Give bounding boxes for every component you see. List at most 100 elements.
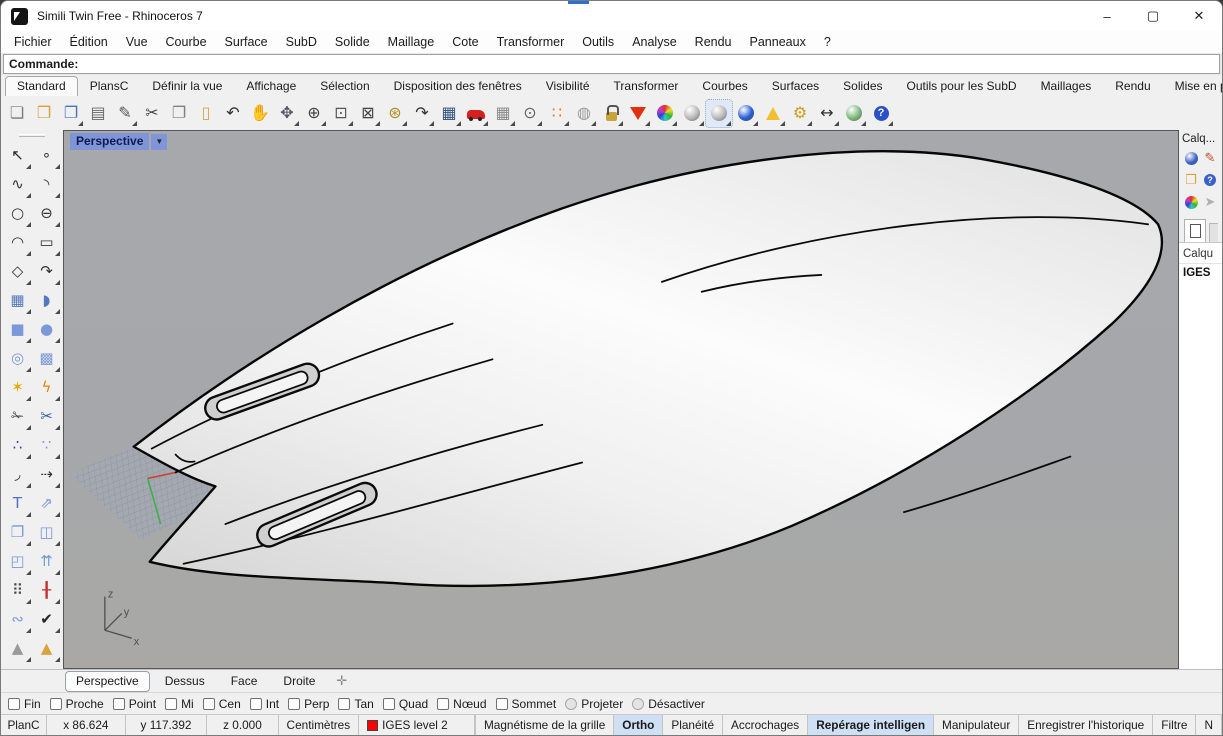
osnap-perp-checkbox[interactable] — [288, 698, 300, 710]
cursor-gear-icon[interactable]: ➤ — [1201, 193, 1220, 211]
polygon-icon[interactable]: ◇ — [3, 257, 32, 286]
flag-icon[interactable] — [760, 100, 786, 127]
osnap-point-checkbox[interactable] — [113, 698, 125, 710]
ellipse-icon[interactable]: ⊖ — [32, 199, 61, 228]
lock-icon[interactable] — [598, 100, 624, 127]
osnap-desactiver-toggle[interactable] — [632, 698, 644, 710]
viewport-layout-icon[interactable]: ▦ — [436, 100, 462, 127]
text-icon[interactable]: T — [3, 489, 32, 518]
zoom-window-icon[interactable]: ⊡ — [328, 100, 354, 127]
viewport-title-label[interactable]: Perspective — [70, 133, 149, 150]
twist-icon[interactable]: ∾ — [3, 605, 32, 634]
zoom-selected-icon[interactable]: ⊛ — [382, 100, 408, 127]
zoom-dynamic-icon[interactable]: ⊕ — [301, 100, 327, 127]
circle-center-icon[interactable]: ⊙ — [517, 100, 543, 127]
osnap-projeter[interactable]: Projeter — [565, 697, 623, 711]
menu-edition[interactable]: Édition — [61, 33, 117, 51]
viewport-tab-droite[interactable]: Droite — [272, 671, 326, 692]
status-planeite[interactable]: Planéité — [663, 715, 723, 735]
toolbar-tab-disposition-des-fenetres[interactable]: Disposition des fenêtres — [382, 76, 534, 96]
osnap-fin[interactable]: Fin — [8, 697, 41, 711]
pan-hand-icon[interactable]: ✋ — [247, 100, 273, 127]
add-viewport-tab-button[interactable]: ✛ — [330, 674, 353, 689]
dot-circles-icon[interactable]: ∵ — [32, 431, 61, 460]
viewport-title-dropdown[interactable]: ▼ — [151, 134, 167, 150]
osnap-desactiver[interactable]: Désactiver — [632, 697, 705, 711]
ghosted-view-sphere-icon[interactable] — [706, 100, 732, 127]
panel-help-icon[interactable]: ? — [1201, 171, 1220, 189]
folder-icon[interactable]: ❒ — [1182, 171, 1201, 189]
minimize-button[interactable]: – — [1084, 1, 1130, 31]
osnap-proche-checkbox[interactable] — [50, 698, 62, 710]
extend-curve-icon[interactable]: ⇢ — [32, 460, 61, 489]
duplicate-icon[interactable]: ❐ — [3, 518, 32, 547]
toolbar-tab-affichage[interactable]: Affichage — [234, 76, 308, 96]
viewport-tab-face[interactable]: Face — [220, 671, 269, 692]
scale-icon[interactable]: ⇗ — [32, 489, 61, 518]
undo-icon[interactable]: ↶ — [220, 100, 246, 127]
new-file-icon[interactable]: ❏ — [4, 100, 30, 127]
shaded-view-sphere-icon[interactable] — [679, 100, 705, 127]
lamp-icon[interactable]: ◍ — [571, 100, 597, 127]
toolbar-tab-transformer[interactable]: Transformer — [602, 76, 691, 96]
patch-surface-icon[interactable]: ▦ — [3, 286, 32, 315]
rotate-view-icon[interactable]: ✥ — [274, 100, 300, 127]
toolbar-tab-visibilite[interactable]: Visibilité — [534, 76, 602, 96]
status-reperage-intelligen[interactable]: Repérage intelligen — [808, 715, 934, 735]
check-icon[interactable]: ✔ — [32, 605, 61, 634]
toolbar-tab-rendu[interactable]: Rendu — [1103, 76, 1162, 96]
osnap-int[interactable]: Int — [250, 697, 279, 711]
status-current-layer[interactable]: IGES level 2 — [359, 715, 475, 735]
viewport-tab-perspective[interactable]: Perspective — [65, 671, 150, 692]
osnap-sommet[interactable]: Sommet — [496, 697, 557, 711]
gear-icon[interactable]: ⚙ — [787, 100, 813, 127]
toolbar-tab-solides[interactable]: Solides — [831, 76, 894, 96]
status-n[interactable]: N — [1196, 715, 1222, 735]
osnap-sommet-checkbox[interactable] — [496, 698, 508, 710]
toolbar-tab-definir-la-vue[interactable]: Définir la vue — [140, 76, 234, 96]
layer-row-iges[interactable]: IGES — [1179, 264, 1222, 282]
linear-array-icon[interactable]: ╂ — [32, 576, 61, 605]
menu-courbe[interactable]: Courbe — [157, 33, 216, 51]
osnap-point[interactable]: Point — [113, 697, 156, 711]
osnap-quad[interactable]: Quad — [383, 697, 428, 711]
edit-page-icon[interactable]: ✎ — [112, 100, 138, 127]
zoom-extents-icon[interactable]: ⊠ — [355, 100, 381, 127]
osnap-proche[interactable]: Proche — [50, 697, 104, 711]
osnap-int-checkbox[interactable] — [250, 698, 262, 710]
open-file-icon[interactable]: ❒ — [31, 100, 57, 127]
status-ortho[interactable]: Ortho — [614, 715, 663, 735]
layers-panel-active-tab[interactable] — [1184, 219, 1206, 242]
menu-analyse[interactable]: Analyse — [623, 33, 685, 51]
cut-icon[interactable]: ✂ — [139, 100, 165, 127]
status-filtre[interactable]: Filtre — [1153, 715, 1196, 735]
car-icon[interactable] — [463, 100, 489, 127]
menu-panneaux[interactable]: Panneaux — [741, 33, 815, 51]
osnap-cen-checkbox[interactable] — [203, 698, 215, 710]
menu-rendu[interactable]: Rendu — [686, 33, 741, 51]
toolbar-tab-standard[interactable]: Standard — [5, 76, 78, 96]
explode-icon[interactable]: ϟ — [32, 373, 61, 402]
viewport-canvas[interactable]: z y x — [64, 131, 1178, 668]
rectangle-icon[interactable]: ▭ — [32, 228, 61, 257]
menu-maillage[interactable]: Maillage — [379, 33, 444, 51]
select-arrow-icon[interactable]: ↖ — [3, 141, 32, 170]
help-icon[interactable]: ? — [868, 100, 894, 127]
layers-panel-next-tab[interactable] — [1209, 223, 1218, 242]
undo-view-icon[interactable]: ↷ — [409, 100, 435, 127]
arc-icon[interactable]: ◠ — [3, 228, 32, 257]
toolbar-tab-maillages[interactable]: Maillages — [1029, 76, 1104, 96]
toolbar-tab-courbes[interactable]: Courbes — [690, 76, 759, 96]
bend-surface-icon[interactable]: ◗ — [32, 286, 61, 315]
point-icon[interactable]: ∘ — [32, 141, 61, 170]
menu-subd[interactable]: SubD — [277, 33, 326, 51]
viewport-tab-dessus[interactable]: Dessus — [154, 671, 216, 692]
paste-icon[interactable]: ▯ — [193, 100, 219, 127]
command-input[interactable]: Commande: — [3, 54, 1220, 74]
color-wheel-icon[interactable] — [652, 100, 678, 127]
cplane-grid-icon[interactable]: ▦ — [490, 100, 516, 127]
mirror-icon[interactable]: ◫ — [32, 518, 61, 547]
status-enregistrer-l-historique[interactable]: Enregistrer l'historique — [1019, 715, 1153, 735]
status-planc[interactable]: PlanC — [1, 715, 47, 735]
array-icon[interactable]: ⠿ — [3, 576, 32, 605]
